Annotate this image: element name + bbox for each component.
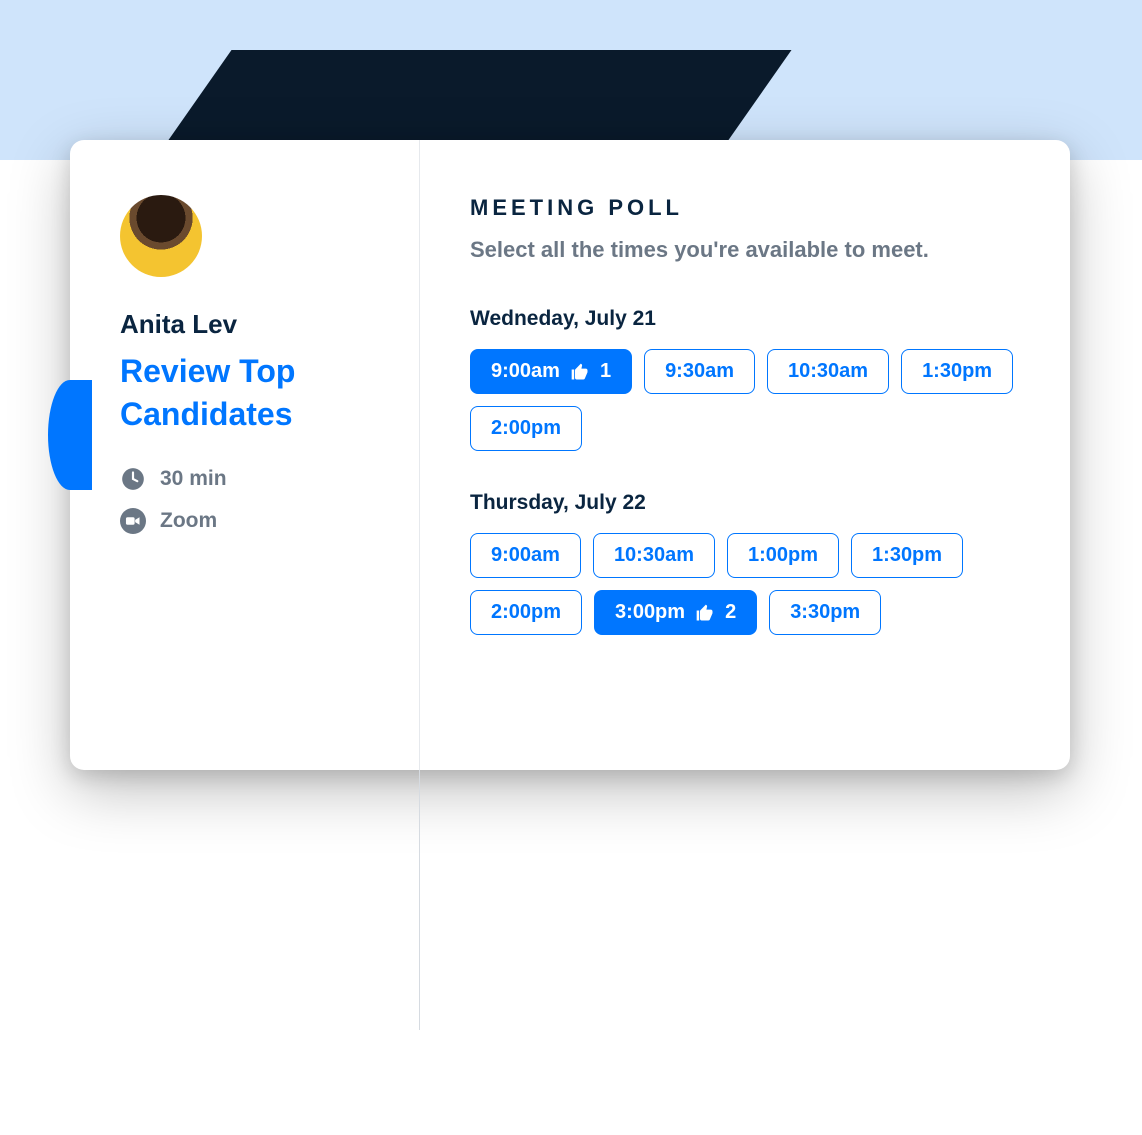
clock-icon bbox=[120, 466, 146, 492]
divider-stalk bbox=[419, 770, 420, 1030]
background-shape bbox=[168, 50, 791, 140]
slot-time: 9:00am bbox=[491, 360, 560, 383]
time-slot[interactable]: 1:30pm bbox=[851, 533, 963, 578]
host-name: Anita Lev bbox=[120, 309, 419, 340]
poll-main: MEETING POLL Select all the times you're… bbox=[420, 140, 1070, 770]
slot-time: 10:30am bbox=[614, 544, 694, 567]
time-slot[interactable]: 1:00pm bbox=[727, 533, 839, 578]
time-slot[interactable]: 9:30am bbox=[644, 349, 755, 394]
duration-row: 30 min bbox=[120, 466, 419, 492]
avatar bbox=[120, 195, 202, 277]
poll-title: MEETING POLL bbox=[470, 195, 1020, 221]
sidebar: Anita Lev Review Top Candidates 30 min Z… bbox=[70, 140, 420, 770]
time-slot[interactable]: 9:00am bbox=[470, 533, 581, 578]
slot-row: 9:00am 1 9:30am 10:30am 1:30pm 2:00pm bbox=[470, 349, 1020, 451]
slot-row: 9:00am10:30am1:00pm1:30pm2:00pm3:00pm23:… bbox=[470, 533, 1020, 635]
poll-card: Anita Lev Review Top Candidates 30 min Z… bbox=[70, 140, 1070, 770]
slot-time: 2:00pm bbox=[491, 417, 561, 440]
time-slot[interactable]: 3:00pm 2 bbox=[594, 590, 757, 635]
left-accent bbox=[48, 380, 92, 490]
slot-time: 3:00pm bbox=[615, 601, 685, 624]
slot-time: 1:00pm bbox=[748, 544, 818, 567]
video-icon bbox=[120, 508, 146, 534]
slot-time: 9:00am bbox=[491, 544, 560, 567]
time-slot[interactable]: 2:00pm bbox=[470, 406, 582, 451]
duration-label: 30 min bbox=[160, 467, 227, 491]
slot-time: 1:30pm bbox=[922, 360, 992, 383]
time-slot[interactable]: 10:30am bbox=[593, 533, 715, 578]
time-slot[interactable]: 10:30am bbox=[767, 349, 889, 394]
slot-time: 1:30pm bbox=[872, 544, 942, 567]
day-label: Thursday, July 22 bbox=[470, 491, 1020, 515]
slot-time: 9:30am bbox=[665, 360, 734, 383]
thumbs-up-icon bbox=[695, 603, 715, 623]
slot-time: 3:30pm bbox=[790, 601, 860, 624]
thumbs-up-icon bbox=[570, 362, 590, 382]
vote-count: 2 bbox=[725, 601, 736, 624]
time-slot[interactable]: 1:30pm bbox=[901, 349, 1013, 394]
time-slot[interactable]: 3:30pm bbox=[769, 590, 881, 635]
slot-time: 2:00pm bbox=[491, 601, 561, 624]
location-row: Zoom bbox=[120, 508, 419, 534]
meeting-title: Review Top Candidates bbox=[120, 350, 419, 436]
poll-subtitle: Select all the times you're available to… bbox=[470, 237, 1020, 263]
vote-count: 1 bbox=[600, 360, 611, 383]
time-slot[interactable]: 2:00pm bbox=[470, 590, 582, 635]
day-label: Wedneday, July 21 bbox=[470, 307, 1020, 331]
time-slot[interactable]: 9:00am 1 bbox=[470, 349, 632, 394]
slot-time: 10:30am bbox=[788, 360, 868, 383]
location-label: Zoom bbox=[160, 509, 217, 533]
